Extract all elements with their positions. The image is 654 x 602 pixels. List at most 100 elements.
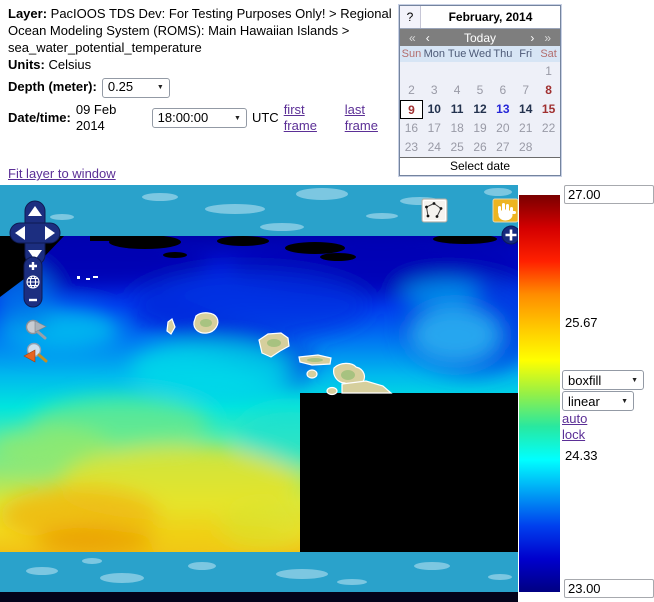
- units-value: Celsius: [48, 57, 91, 72]
- date-value: 09 Feb 2014: [76, 102, 147, 136]
- layer-switcher-button[interactable]: [502, 226, 518, 244]
- day-header-thu: Thu: [491, 46, 514, 62]
- style-select[interactable]: boxfill ▼: [562, 370, 644, 390]
- style-select-value: boxfill: [568, 373, 601, 388]
- calendar-day-24[interactable]: 24: [423, 138, 446, 157]
- godiva-map-viewer: Layer: PacIOOS TDS Dev: For Testing Purp…: [0, 0, 654, 602]
- sst-data-layer: [0, 232, 518, 557]
- calendar-day-3[interactable]: 3: [423, 81, 446, 100]
- calendar-month-title: February, 2014: [421, 6, 560, 28]
- pan-mode-button[interactable]: [493, 199, 518, 222]
- time-select[interactable]: 18:00:00 ▼: [152, 108, 247, 128]
- scale-max-input[interactable]: [564, 185, 654, 204]
- draw-polygon-button[interactable]: [422, 199, 447, 222]
- calendar-day-7[interactable]: 7: [514, 81, 537, 100]
- calendar-day-27[interactable]: 27: [491, 138, 514, 157]
- layer-label: Layer:: [8, 6, 47, 21]
- calendar-day-headers: SunMonTueWedThuFriSat: [400, 46, 560, 62]
- scale-tick-lower: 24.33: [565, 448, 598, 463]
- day-header-sat: Sat: [537, 46, 560, 62]
- scale-type-select-value: linear: [568, 394, 600, 409]
- today-button[interactable]: Today: [435, 31, 526, 45]
- calendar-grid: 1234567891011121314151617181920212223242…: [400, 62, 560, 157]
- zoom-control[interactable]: [24, 257, 42, 307]
- chevron-down-icon: ▼: [621, 377, 638, 384]
- island-lanai: [307, 370, 317, 378]
- basemap-edge-strip: [0, 592, 518, 602]
- calendar-day-empty: [469, 62, 492, 81]
- calendar-day-empty: [491, 62, 514, 81]
- units-line: Units: Celsius: [8, 57, 400, 74]
- colorbar: [519, 195, 560, 592]
- next-year-button[interactable]: »: [539, 31, 556, 45]
- calendar-day-26[interactable]: 26: [469, 138, 492, 157]
- depth-row: Depth (meter): 0.25 ▼: [8, 78, 400, 98]
- timezone-label: UTC: [252, 110, 279, 127]
- layer-line: Layer: PacIOOS TDS Dev: For Testing Purp…: [8, 6, 400, 57]
- depth-label: Depth (meter):: [8, 79, 97, 96]
- calendar-day-5[interactable]: 5: [469, 81, 492, 100]
- depth-select[interactable]: 0.25 ▼: [102, 78, 170, 98]
- calendar-day-empty: [446, 62, 469, 81]
- day-header-fri: Fri: [514, 46, 537, 62]
- calendar-day-17[interactable]: 17: [423, 119, 446, 138]
- calendar-day-14[interactable]: 14: [514, 100, 537, 119]
- calendar-day-22[interactable]: 22: [537, 119, 560, 138]
- time-select-value: 18:00:00: [158, 110, 209, 127]
- datetime-row: Date/time: 09 Feb 2014 18:00:00 ▼ UTC fi…: [8, 102, 400, 136]
- calendar-day-20[interactable]: 20: [491, 119, 514, 138]
- calendar: ? February, 2014 « ‹ Today › » SunMonTue…: [399, 5, 561, 176]
- chevron-down-icon: ▼: [611, 398, 628, 405]
- calendar-day-2[interactable]: 2: [400, 81, 423, 100]
- lock-scale-link[interactable]: lock: [562, 427, 585, 442]
- calendar-day-15[interactable]: 15: [537, 100, 560, 119]
- calendar-day-empty: [400, 62, 423, 81]
- calendar-day-25[interactable]: 25: [446, 138, 469, 157]
- calendar-day-8[interactable]: 8: [537, 81, 560, 100]
- scale-min-input[interactable]: [564, 579, 654, 598]
- next-month-button[interactable]: ›: [525, 31, 539, 45]
- map-viewport[interactable]: [0, 185, 518, 602]
- calendar-day-10[interactable]: 10: [423, 100, 446, 119]
- calendar-day-empty: [423, 62, 446, 81]
- map-image[interactable]: [0, 185, 518, 602]
- day-header-tue: Tue: [446, 46, 469, 62]
- calendar-day-28[interactable]: 28: [514, 138, 537, 157]
- select-date-button[interactable]: Select date: [400, 157, 560, 175]
- calendar-day-16[interactable]: 16: [400, 119, 423, 138]
- units-label: Units:: [8, 57, 45, 72]
- layer-info-block: Layer: PacIOOS TDS Dev: For Testing Purp…: [8, 6, 400, 135]
- datetime-label: Date/time:: [8, 110, 71, 127]
- scale-tick-upper: 25.67: [565, 315, 598, 330]
- calendar-day-12[interactable]: 12: [469, 100, 492, 119]
- island-kahoolawe: [327, 388, 337, 395]
- calendar-day-21[interactable]: 21: [514, 119, 537, 138]
- calendar-day-18[interactable]: 18: [446, 119, 469, 138]
- day-header-wed: Wed: [469, 46, 492, 62]
- fit-layer-link[interactable]: Fit layer to window: [8, 166, 116, 181]
- calendar-day-1[interactable]: 1: [537, 62, 560, 81]
- chevron-down-icon: ▼: [224, 114, 241, 123]
- calendar-day-19[interactable]: 19: [469, 119, 492, 138]
- layer-path: PacIOOS TDS Dev: For Testing Purposes On…: [8, 6, 392, 55]
- day-header-mon: Mon: [423, 46, 446, 62]
- calendar-day-13[interactable]: 13: [491, 100, 514, 119]
- day-header-sun: Sun: [400, 46, 423, 62]
- calendar-day-9[interactable]: 9: [400, 100, 423, 119]
- first-frame-link[interactable]: first frame: [284, 102, 340, 136]
- calendar-title-row: ? February, 2014: [400, 6, 560, 29]
- prev-month-button[interactable]: ‹: [421, 31, 435, 45]
- calendar-help-button[interactable]: ?: [400, 6, 421, 28]
- prev-year-button[interactable]: «: [404, 31, 421, 45]
- calendar-day-6[interactable]: 6: [491, 81, 514, 100]
- chevron-down-icon: ▼: [147, 83, 164, 92]
- calendar-nav-row: « ‹ Today › »: [400, 29, 560, 46]
- calendar-day-23[interactable]: 23: [400, 138, 423, 157]
- calendar-day-empty: [537, 138, 560, 157]
- scale-type-select[interactable]: linear ▼: [562, 391, 634, 411]
- calendar-day-4[interactable]: 4: [446, 81, 469, 100]
- depth-select-value: 0.25: [108, 79, 133, 96]
- last-frame-link[interactable]: last frame: [345, 102, 400, 136]
- calendar-day-11[interactable]: 11: [446, 100, 469, 119]
- auto-scale-link[interactable]: auto: [562, 411, 587, 426]
